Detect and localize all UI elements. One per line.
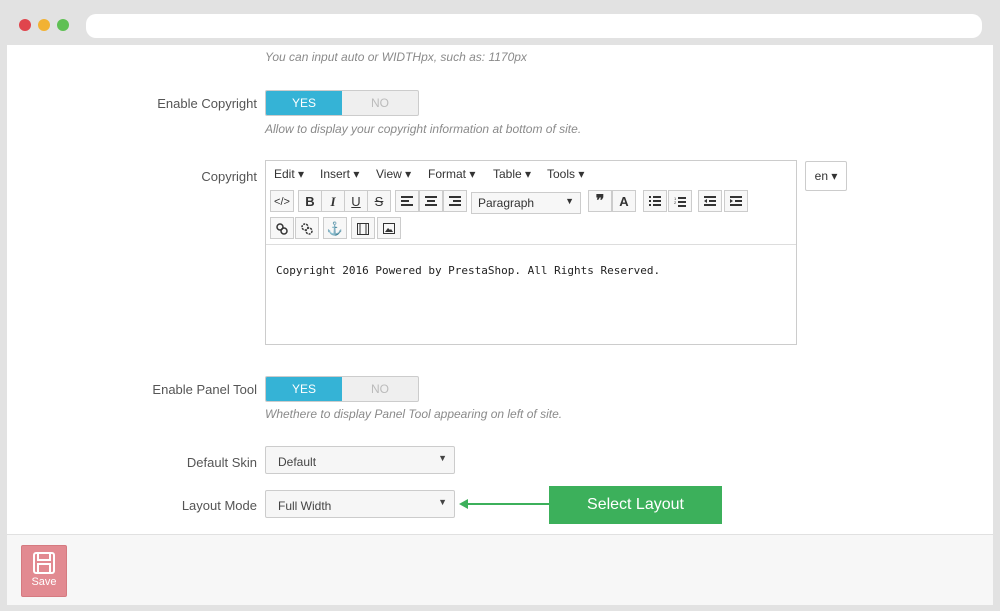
settings-page: You can input auto or WIDTHpx, such as: … [7, 45, 993, 605]
align-right-icon[interactable] [443, 190, 467, 212]
chevron-down-icon: ▼ [438, 497, 447, 507]
indent-icon[interactable] [724, 190, 748, 212]
strikethrough-icon[interactable]: S [367, 190, 391, 212]
enable-copyright-toggle[interactable]: YES NO [265, 90, 419, 116]
select-layout-annotation: Select Layout [549, 486, 722, 524]
chevron-down-icon: ▼ [565, 196, 574, 206]
close-window-dot[interactable] [19, 19, 31, 31]
menu-view[interactable]: View ▾ [376, 167, 411, 181]
menu-format[interactable]: Format ▾ [428, 167, 475, 181]
text-color-icon[interactable]: A [612, 190, 636, 212]
editor-toolbar-row-1: </> B I U S Paragraph ▼ ❞ A 1 2 [266, 190, 796, 216]
paragraph-format-select[interactable]: Paragraph ▼ [471, 192, 581, 214]
numbered-list-icon[interactable]: 12 [668, 190, 692, 212]
address-bar[interactable] [86, 14, 982, 38]
editor-divider [266, 244, 796, 245]
browser-window: You can input auto or WIDTHpx, such as: … [0, 0, 1000, 611]
save-button[interactable]: Save [21, 545, 67, 597]
save-label: Save [31, 576, 57, 588]
minimize-window-dot[interactable] [38, 19, 50, 31]
toggle-no-option[interactable]: NO [342, 377, 418, 401]
toggle-yes-option[interactable]: YES [266, 91, 342, 115]
bold-icon[interactable]: B [298, 190, 322, 212]
menu-insert[interactable]: Insert ▾ [320, 167, 359, 181]
svg-text:2: 2 [674, 200, 677, 205]
enable-panel-tool-label: Enable Panel Tool [152, 382, 257, 397]
media-icon[interactable] [351, 217, 375, 239]
form-footer: Save [7, 534, 993, 605]
enable-panel-tool-toggle[interactable]: YES NO [265, 376, 419, 402]
default-skin-value: Default [278, 455, 317, 469]
anchor-icon[interactable]: ⚓ [323, 217, 347, 239]
editor-toolbar-row-2: ⚓ [266, 217, 796, 243]
default-skin-label: Default Skin [186, 455, 257, 470]
editor-menubar: Edit ▾ Insert ▾ View ▾ Format ▾ Table ▾ … [266, 161, 796, 188]
maximize-window-dot[interactable] [57, 19, 69, 31]
layout-mode-select[interactable]: Full Width ▼ [265, 490, 455, 518]
floppy-disk-icon [33, 552, 55, 574]
default-skin-select[interactable]: Default ▼ [265, 446, 455, 474]
toggle-no-option[interactable]: NO [342, 91, 418, 115]
blockquote-icon[interactable]: ❞ [588, 190, 612, 212]
align-left-icon[interactable] [395, 190, 419, 212]
link-icon[interactable] [270, 217, 294, 239]
italic-icon[interactable]: I [321, 190, 345, 212]
enable-copyright-label: Enable Copyright [157, 96, 257, 111]
menu-edit[interactable]: Edit ▾ [274, 167, 304, 181]
copyright-rich-text-editor: Edit ▾ Insert ▾ View ▾ Format ▾ Table ▾ … [265, 160, 797, 345]
bullet-list-icon[interactable] [643, 190, 667, 212]
align-center-icon[interactable] [419, 190, 443, 212]
language-dropdown-button[interactable]: en ▾ [805, 161, 847, 191]
toggle-yes-option[interactable]: YES [266, 377, 342, 401]
menu-tools[interactable]: Tools ▾ [547, 167, 584, 181]
annotation-arrow [459, 499, 551, 509]
width-help-text: You can input auto or WIDTHpx, such as: … [265, 50, 527, 64]
image-icon[interactable] [377, 217, 401, 239]
source-code-icon[interactable]: </> [270, 190, 294, 212]
layout-mode-value: Full Width [278, 499, 332, 513]
copyright-editor-content[interactable]: Copyright 2016 Powered by PrestaShop. Al… [276, 264, 660, 277]
underline-icon[interactable]: U [344, 190, 368, 212]
enable-panel-tool-help: Whethere to display Panel Tool appearing… [265, 407, 563, 421]
enable-copyright-help: Allow to display your copyright informat… [265, 122, 582, 136]
copyright-label: Copyright [201, 169, 257, 184]
paragraph-format-value: Paragraph [478, 196, 535, 210]
layout-mode-label: Layout Mode [181, 498, 257, 513]
chevron-down-icon: ▼ [438, 453, 447, 463]
menu-table[interactable]: Table ▾ [493, 167, 531, 181]
outdent-icon[interactable] [698, 190, 722, 212]
unlink-icon[interactable] [295, 217, 319, 239]
